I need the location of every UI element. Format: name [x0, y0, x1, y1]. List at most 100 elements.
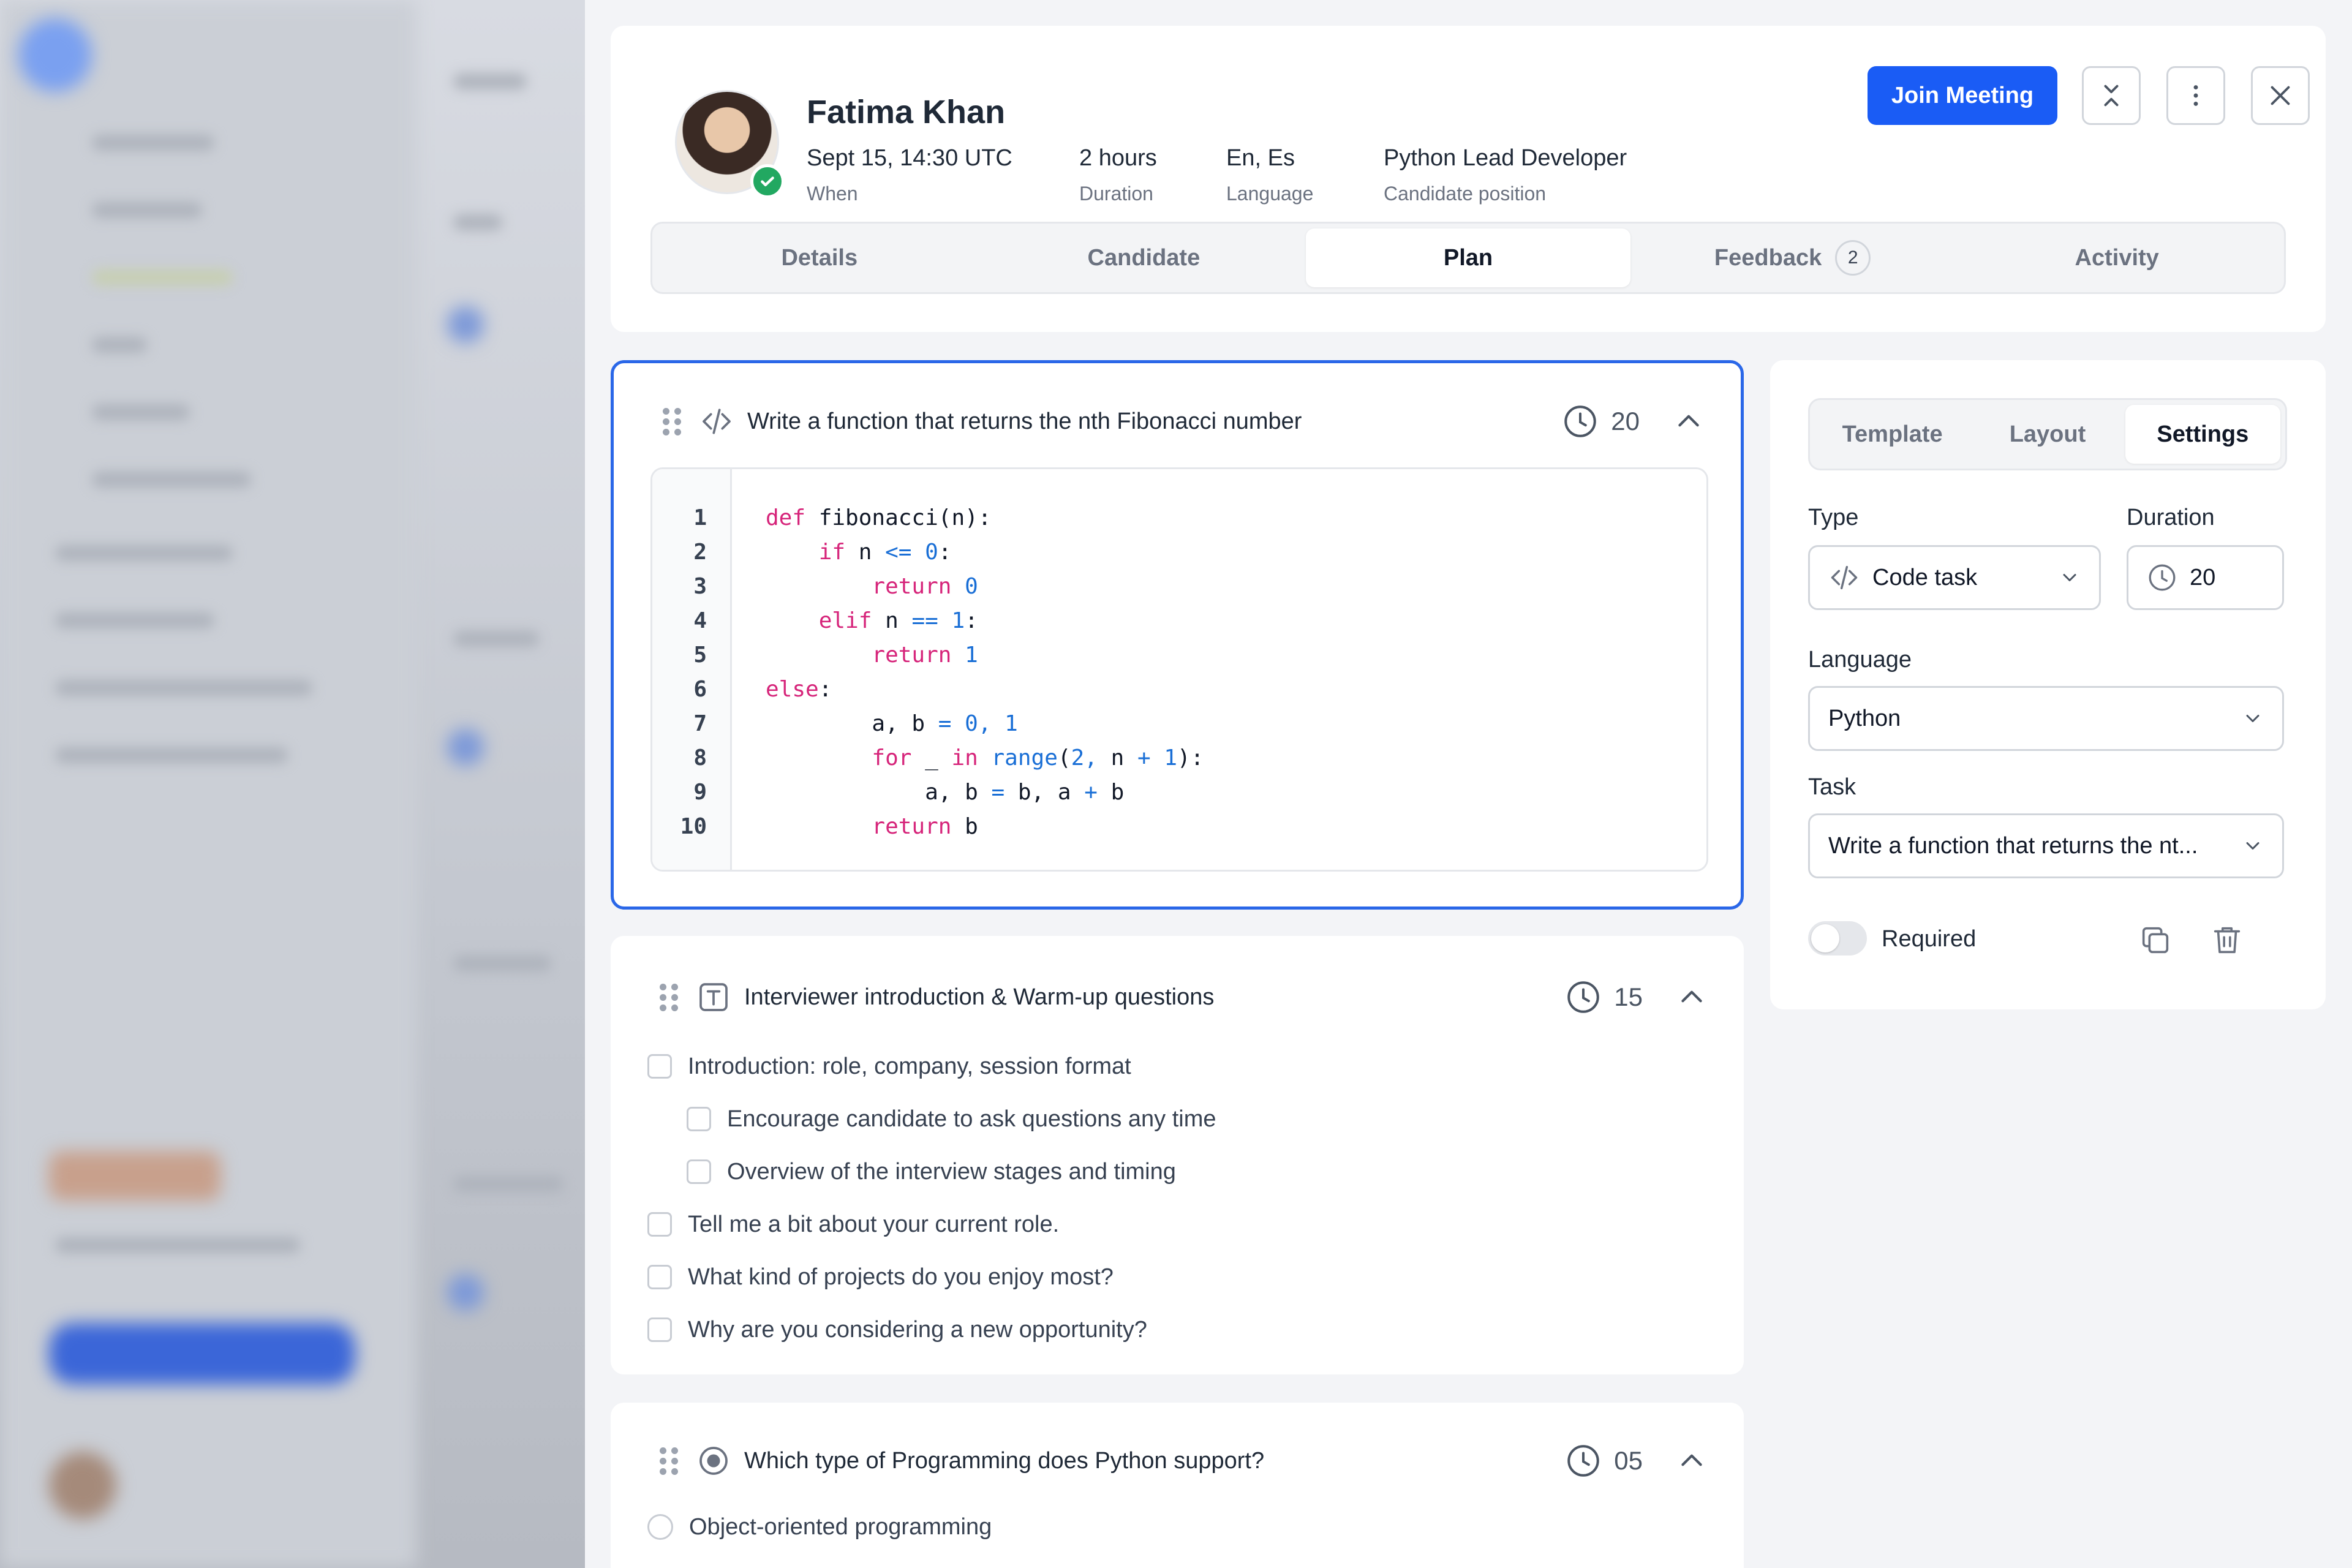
tab-details[interactable]: Details	[657, 228, 982, 287]
chevron-up-icon[interactable]	[1676, 1446, 1707, 1476]
clock-icon	[1564, 405, 1597, 437]
meta-duration-value: 2 hours	[1079, 145, 1157, 171]
task-timer: 05	[1565, 1442, 1643, 1479]
checklist-item-label: Why are you considering a new opportunit…	[688, 1316, 1147, 1343]
text-icon	[699, 983, 728, 1011]
checklist-item[interactable]: What kind of projects do you enjoy most?	[647, 1251, 1216, 1303]
duration-input[interactable]: 20	[2127, 545, 2284, 610]
chevron-up-icon[interactable]	[1676, 982, 1707, 1012]
option-item[interactable]: Object-oriented programming	[647, 1501, 992, 1553]
task-card-code[interactable]: Write a function that returns the nth Fi…	[611, 360, 1744, 910]
more-options-button[interactable]	[2166, 66, 2225, 125]
checklist: Introduction: role, company, session for…	[647, 1040, 1216, 1356]
checkbox[interactable]	[647, 1265, 672, 1289]
online-check-icon	[750, 164, 785, 198]
code-content[interactable]: def fibonacci(n): if n <= 0: return 0 el…	[732, 469, 1204, 870]
meta-when-value: Sept 15, 14:30 UTC	[807, 145, 1012, 171]
collapse-button[interactable]	[2082, 66, 2141, 125]
checklist-item[interactable]: Overview of the interview stages and tim…	[687, 1145, 1216, 1198]
checklist-item[interactable]: Tell me a bit about your current role.	[647, 1198, 1216, 1251]
clock-icon	[1567, 981, 1600, 1013]
task-card-checklist[interactable]: Interviewer introduction & Warm-up quest…	[611, 936, 1744, 1374]
options-list: Object-oriented programming	[647, 1501, 992, 1553]
drag-handle-icon[interactable]	[663, 407, 681, 435]
clock-icon	[1567, 1445, 1600, 1477]
task-title: Which type of Programming does Python su…	[744, 1447, 1265, 1474]
tab-candidate[interactable]: Candidate	[982, 228, 1306, 287]
code-line: def fibonacci(n):	[766, 505, 992, 530]
task-settings-panel: Template Layout Settings Type Code task …	[1770, 360, 2326, 1009]
line-number: 8	[693, 745, 707, 771]
meta-when-label: When	[807, 183, 858, 205]
code-line: elif n == 1:	[818, 608, 978, 633]
tab-template[interactable]: Template	[1815, 405, 1970, 464]
drag-handle-icon[interactable]	[660, 983, 678, 1011]
tab-feedback[interactable]: Feedback 2	[1630, 228, 1955, 287]
code-icon	[1831, 565, 1858, 590]
line-number: 10	[680, 814, 707, 839]
line-number: 3	[693, 574, 707, 599]
chevron-down-icon	[2246, 715, 2260, 722]
tab-settings[interactable]: Settings	[2125, 405, 2280, 464]
code-line: return 0	[872, 574, 978, 599]
checkbox[interactable]	[647, 1212, 672, 1237]
line-number: 7	[693, 711, 707, 736]
tab-feedback-label: Feedback	[1714, 244, 1822, 271]
checklist-item[interactable]: Why are you considering a new opportunit…	[647, 1303, 1216, 1356]
tab-template-label: Template	[1842, 421, 1943, 447]
task-card-single-choice[interactable]: Which type of Programming does Python su…	[611, 1403, 1744, 1568]
checklist-item-label: Introduction: role, company, session for…	[688, 1053, 1131, 1079]
drag-handle-icon[interactable]	[660, 1447, 678, 1475]
required-toggle[interactable]	[1808, 921, 1867, 956]
code-line: return 1	[872, 643, 978, 668]
tab-activity-label: Activity	[2075, 244, 2159, 271]
checkbox[interactable]	[647, 1054, 672, 1079]
task-minutes: 05	[1614, 1446, 1643, 1475]
background-app-blurred	[0, 0, 585, 1568]
chevron-down-icon	[2246, 842, 2260, 850]
radio-button[interactable]	[647, 1514, 673, 1540]
checkbox[interactable]	[687, 1107, 711, 1131]
checklist-item-label: Tell me a bit about your current role.	[688, 1211, 1060, 1237]
tab-layout[interactable]: Layout	[1970, 405, 2125, 464]
interview-detail-panel: Fatima Khan Sept 15, 14:30 UTC When 2 ho…	[585, 0, 2352, 1568]
tab-activity[interactable]: Activity	[1954, 228, 2279, 287]
tab-plan[interactable]: Plan	[1306, 228, 1630, 287]
checkbox[interactable]	[687, 1159, 711, 1184]
language-select[interactable]: Python	[1808, 686, 2284, 751]
task-header: Interviewer introduction & Warm-up quest…	[660, 976, 1707, 1019]
checklist-item[interactable]: Introduction: role, company, session for…	[647, 1040, 1216, 1093]
close-icon	[2271, 86, 2290, 105]
line-number: 2	[693, 540, 707, 565]
interview-tabs: Details Candidate Plan Feedback 2 Activit…	[650, 222, 2286, 294]
type-select[interactable]: Code task	[1808, 545, 2101, 610]
code-editor[interactable]: 1 2 3 4 5 6 7 8 9 10 def fibonacci(n): i…	[650, 467, 1708, 872]
duplicate-icon[interactable]	[2138, 922, 2173, 958]
required-label: Required	[1882, 926, 1977, 952]
task-title: Write a function that returns the nth Fi…	[747, 408, 1302, 434]
task-header: Write a function that returns the nth Fi…	[663, 400, 1704, 443]
checklist-item-label: Encourage candidate to ask questions any…	[727, 1106, 1216, 1132]
meta-position-value: Python Lead Developer	[1384, 145, 1627, 171]
feedback-count-badge: 2	[1835, 240, 1871, 276]
code-icon	[703, 409, 731, 434]
chevron-up-icon[interactable]	[1673, 406, 1704, 437]
join-meeting-button[interactable]: Join Meeting	[1868, 66, 2057, 125]
code-line: for _ in range(2, n + 1):	[872, 745, 1204, 771]
line-number: 9	[693, 780, 707, 805]
meta-language: En, Es Language	[1226, 145, 1313, 205]
type-label: Type	[1808, 505, 1859, 530]
task-timer: 15	[1565, 979, 1643, 1016]
tab-candidate-label: Candidate	[1087, 244, 1200, 271]
task-minutes: 15	[1614, 982, 1643, 1011]
interview-header: Fatima Khan Sept 15, 14:30 UTC When 2 ho…	[611, 26, 2326, 332]
close-button[interactable]	[2251, 66, 2310, 125]
tab-details-label: Details	[781, 244, 858, 271]
tab-layout-label: Layout	[2009, 421, 2086, 447]
task-select[interactable]: Write a function that returns the nt...	[1808, 813, 2284, 878]
meta-language-value: En, Es	[1226, 145, 1295, 171]
language-value: Python	[1828, 705, 1901, 731]
trash-icon[interactable]	[2209, 922, 2245, 958]
checkbox[interactable]	[647, 1317, 672, 1342]
checklist-item[interactable]: Encourage candidate to ask questions any…	[687, 1093, 1216, 1145]
